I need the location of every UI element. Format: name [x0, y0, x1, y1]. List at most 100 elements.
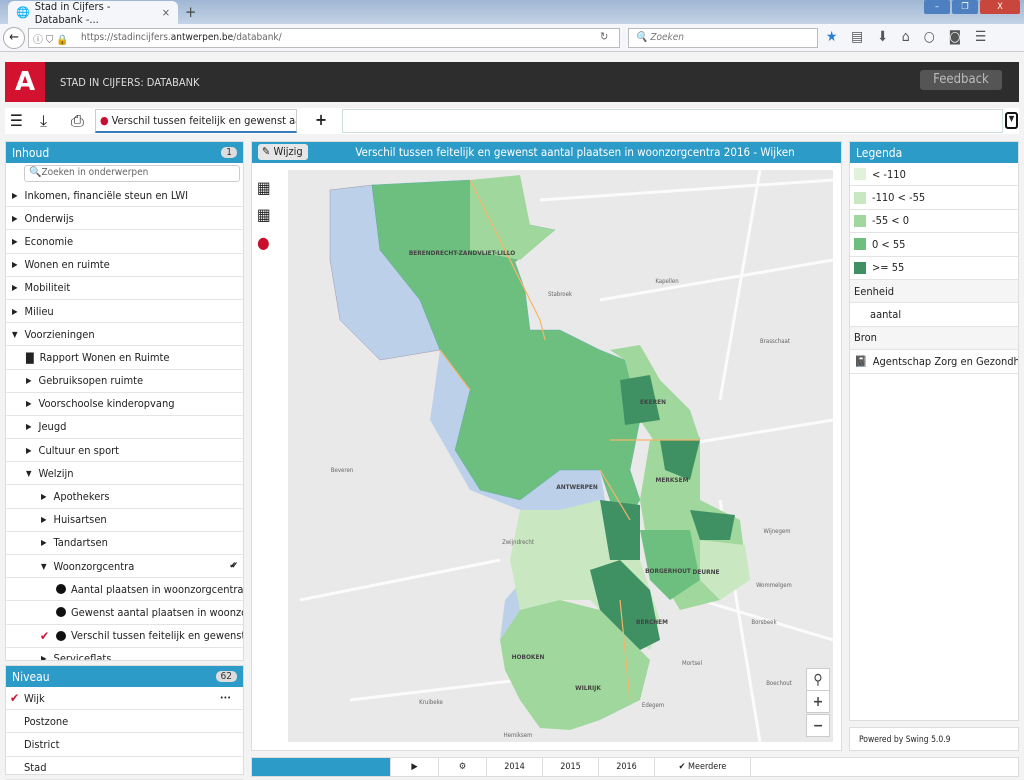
- niveau-panel: Niveau 62 ✔ ••• Wijk Postzone District Stad: [5, 665, 244, 780]
- collapse-toolbar-icon[interactable]: ▼: [1005, 112, 1018, 129]
- year-2014[interactable]: 2014: [487, 758, 543, 776]
- caret-right-icon: ▶: [26, 399, 32, 409]
- map-label: EKEREN: [640, 398, 666, 406]
- reading-list-icon[interactable]: ▤: [851, 29, 863, 45]
- url-bar[interactable]: https://stadincijfers.antwerpen.be/datab…: [28, 28, 620, 48]
- caret-right-icon: ▶: [26, 445, 32, 455]
- download-icon[interactable]: ⤓: [40, 111, 47, 131]
- home-icon[interactable]: ⌂: [902, 29, 910, 45]
- topic-item[interactable]: ▶ Cultuur en sport: [6, 439, 243, 463]
- map-label: Zwijndrecht: [502, 539, 534, 546]
- topic-item[interactable]: ▶ Gebruiksopen ruimte: [6, 370, 243, 393]
- antwerpen-logo[interactable]: A: [5, 62, 45, 102]
- powered-by: Powered by Swing 5.0.9: [849, 727, 1019, 751]
- level-item[interactable]: Stad: [6, 757, 243, 780]
- caret-right-icon: ▶: [12, 283, 18, 293]
- choropleth-map[interactable]: Stabroek Kapellen Brasschaat Beveren Zwijndr…: [288, 170, 833, 742]
- map-label: WILRIJK: [575, 684, 601, 692]
- globe-map-icon[interactable]: ●: [257, 233, 270, 252]
- topic-item[interactable]: ▼ Voorzieningen: [6, 323, 243, 347]
- topic-item[interactable]: Aantal plaatsen in woonzorgcentra: [6, 578, 243, 602]
- browser-tab[interactable]: 🌐 Stad in Cijfers - Databank -... ×: [8, 0, 178, 26]
- count-badge: 62: [215, 671, 237, 682]
- level-item[interactable]: ✔ ••• Wijk: [6, 687, 243, 711]
- topic-item[interactable]: ▶ Serviceflats: [6, 648, 243, 661]
- level-item[interactable]: District: [6, 733, 243, 757]
- map-svg: [299, 170, 833, 742]
- map-label: Stabroek: [547, 291, 573, 298]
- topic-item[interactable]: ▼ Welzijn: [6, 462, 243, 486]
- topic-item[interactable]: ▶ Voorschoolse kinderopvang: [6, 393, 243, 416]
- level-item[interactable]: Postzone: [6, 710, 243, 734]
- map-label: HOBOKEN: [511, 653, 545, 661]
- topic-item[interactable]: ▶ Onderwijs: [6, 207, 243, 231]
- pocket-icon[interactable]: ◙: [949, 29, 961, 45]
- zoom-out-button[interactable]: −: [806, 714, 830, 737]
- menu-icon[interactable]: ☰: [975, 29, 986, 45]
- back-button[interactable]: ←: [3, 27, 25, 49]
- topic-item[interactable]: ▶ Jeugd: [6, 416, 243, 440]
- map-label: Edegem: [641, 702, 665, 709]
- double-check-icon[interactable]: ✔✔: [229, 561, 237, 571]
- locate-button[interactable]: ⚲: [806, 668, 830, 691]
- bookmark-star-icon[interactable]: ★: [826, 29, 837, 45]
- topic-item[interactable]: ▶ Huisartsen: [6, 509, 243, 532]
- topic-item[interactable]: ▶ Apothekers: [6, 485, 243, 509]
- caret-right-icon: ▶: [26, 422, 32, 432]
- feedback-button[interactable]: Feedback: [920, 70, 1002, 90]
- menu-icon[interactable]: ☰: [10, 111, 23, 130]
- document-tab[interactable]: ●Verschil tussen feitelijk en gewenst aa…: [95, 109, 297, 133]
- caret-right-icon: ▶: [12, 190, 18, 200]
- site-info-icon[interactable]: ⓘ ⛉ 🔒: [33, 31, 69, 46]
- topic-item[interactable]: ✔Verschil tussen feitelijk en gewenst aa…: [6, 625, 243, 648]
- minimize-button[interactable]: –: [924, 0, 950, 14]
- edit-button[interactable]: ✎ Wijzig: [258, 144, 308, 160]
- topic-item[interactable]: ▶ Wonen en ruimte: [6, 254, 243, 277]
- restore-button[interactable]: ❐: [952, 0, 978, 14]
- map-label: Mortsel: [682, 660, 702, 667]
- play-button[interactable]: ▶: [391, 758, 439, 776]
- topic-item[interactable]: Gewenst aantal plaatsen in woonzorgcentr…: [6, 601, 243, 625]
- map-label: Borsbeek: [751, 619, 777, 626]
- map-pin-icon: ●: [100, 114, 109, 127]
- topic-item[interactable]: ▶ Tandartsen: [6, 532, 243, 555]
- multiple-years-button[interactable]: ✔ Meerdere: [655, 758, 751, 776]
- table-detail-icon[interactable]: ▦: [257, 205, 271, 224]
- count-badge: 1: [221, 147, 237, 158]
- browser-search-input[interactable]: 🔍 Zoeken: [628, 28, 818, 48]
- unit-value: aantal: [850, 303, 1018, 327]
- map-label: MERKSEM: [655, 476, 689, 484]
- download-icon[interactable]: ⬇: [877, 29, 888, 45]
- more-options-icon[interactable]: •••: [220, 694, 231, 702]
- map-title: Verschil tussen feitelijk en gewenst aan…: [355, 145, 795, 159]
- indicator-dot-icon: [56, 607, 66, 618]
- settings-icon[interactable]: ⚙: [439, 758, 487, 776]
- year-2015[interactable]: 2015: [543, 758, 599, 776]
- caret-right-icon: ▶: [41, 654, 47, 661]
- topic-item[interactable]: ▇ Rapport Wonen en Ruimte: [6, 346, 243, 370]
- close-window-button[interactable]: X: [980, 0, 1020, 14]
- print-icon[interactable]: ⎙: [71, 111, 84, 131]
- map-label: Wommelgem: [756, 582, 792, 589]
- reload-icon[interactable]: ↻: [600, 30, 608, 43]
- year-2016[interactable]: 2016: [599, 758, 655, 776]
- inhoud-panel: Inhoud 1 🔍Zoeken in onderwerpen ▶ Inkomen,…: [5, 141, 244, 661]
- topic-item[interactable]: ▼ Woonzorgcentra ✔✔: [6, 555, 243, 579]
- table-icon[interactable]: ▦: [257, 178, 271, 197]
- new-tab-button[interactable]: +: [185, 3, 196, 21]
- zoom-in-button[interactable]: +: [806, 690, 830, 713]
- legend-swatch: [854, 168, 866, 181]
- caret-right-icon: ▶: [41, 538, 47, 548]
- topic-item[interactable]: ▶ Inkomen, financiële steun en LWI: [6, 184, 243, 208]
- chat-icon[interactable]: ○: [924, 29, 935, 45]
- check-icon: ✔: [10, 691, 20, 706]
- topic-item[interactable]: ▶ Milieu: [6, 300, 243, 324]
- source-link[interactable]: 📓Agentschap Zorg en Gezondheid, Zorgatla…: [850, 350, 1018, 374]
- map-label: Wijnegem: [763, 528, 791, 535]
- close-tab-icon[interactable]: ×: [162, 6, 170, 19]
- caret-right-icon: ▶: [41, 515, 47, 525]
- topic-item[interactable]: ▶ Economie: [6, 230, 243, 254]
- topic-item[interactable]: ▶ Mobiliteit: [6, 277, 243, 300]
- topic-search-input[interactable]: 🔍Zoeken in onderwerpen: [24, 165, 240, 182]
- add-tab-button[interactable]: +: [315, 110, 327, 129]
